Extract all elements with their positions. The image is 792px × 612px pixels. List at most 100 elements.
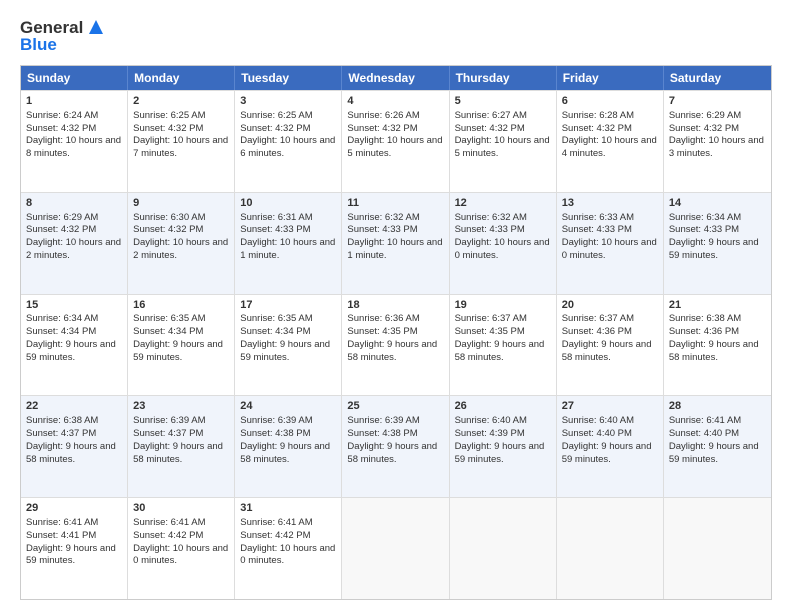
sunrise-text: Sunrise: 6:32 AM (455, 212, 527, 223)
weekday-header: Tuesday (235, 66, 342, 90)
sunset-text: Sunset: 4:35 PM (455, 326, 525, 337)
calendar-day-cell: 22Sunrise: 6:38 AM Sunset: 4:37 PM Dayligh… (21, 396, 128, 497)
calendar-day-cell: 19Sunrise: 6:37 AMSunset: 4:35 PMDayligh… (450, 295, 557, 396)
day-number: 7 (669, 94, 766, 109)
calendar-empty-cell (450, 498, 557, 599)
weekday-header: Monday (128, 66, 235, 90)
day-number: 18 (347, 298, 443, 313)
calendar-day-cell: 5Sunrise: 6:27 AMSunset: 4:32 PMDaylight… (450, 91, 557, 192)
day-number: 16 (133, 298, 229, 313)
daylight-text: Daylight: 9 hours and 59 minutes. (26, 543, 116, 567)
day-number: 15 (26, 298, 122, 313)
daylight-text: Daylight: 9 hours and 59 minutes. (240, 339, 330, 363)
calendar-day-cell: 11Sunrise: 6:32 AMSunset: 4:33 PMDayligh… (342, 193, 449, 294)
sunset-text: Sunset: 4:34 PM (26, 326, 96, 337)
sunrise-text: Sunrise: 6:25 AM (133, 110, 205, 121)
daylight-text: Daylight: 10 hours and 3 minutes. (669, 135, 764, 159)
calendar-day-cell: 27Sunrise: 6:40 AMSunset: 4:40 PMDayligh… (557, 396, 664, 497)
day-number: 10 (240, 196, 336, 211)
calendar-week-row: 22Sunrise: 6:38 AM Sunset: 4:37 PM Dayligh… (21, 395, 771, 497)
day-number: 29 (26, 501, 122, 516)
sunrise-text: Sunrise: 6:30 AM (133, 212, 205, 223)
sunset-text: Sunset: 4:32 PM (347, 123, 417, 134)
calendar-day-cell: 31Sunrise: 6:41 AMSunset: 4:42 PMDayligh… (235, 498, 342, 599)
calendar-week-row: 15Sunrise: 6:34 AM Sunset: 4:34 PM Dayligh… (21, 294, 771, 396)
daylight-text: Daylight: 10 hours and 7 minutes. (133, 135, 228, 159)
sunrise-text: Sunrise: 6:38 AM (26, 415, 98, 426)
daylight-text: Daylight: 9 hours and 58 minutes. (26, 441, 116, 465)
sunset-text: Sunset: 4:42 PM (133, 530, 203, 541)
day-number: 21 (669, 298, 766, 313)
sunset-text: Sunset: 4:37 PM (26, 428, 96, 439)
calendar-day-cell: 2Sunrise: 6:25 AMSunset: 4:32 PMDaylight… (128, 91, 235, 192)
day-number: 28 (669, 399, 766, 414)
daylight-text: Daylight: 10 hours and 6 minutes. (240, 135, 335, 159)
daylight-text: Daylight: 9 hours and 59 minutes. (669, 441, 759, 465)
sunrise-text: Sunrise: 6:28 AM (562, 110, 634, 121)
day-number: 26 (455, 399, 551, 414)
daylight-text: Daylight: 9 hours and 59 minutes. (562, 441, 652, 465)
calendar-header: SundayMondayTuesdayWednesdayThursdayFrid… (21, 66, 771, 90)
sunset-text: Sunset: 4:32 PM (26, 224, 96, 235)
day-number: 31 (240, 501, 336, 516)
logo-blue-text: Blue (20, 35, 107, 55)
day-number: 3 (240, 94, 336, 109)
calendar-day-cell: 16Sunrise: 6:35 AMSunset: 4:34 PMDayligh… (128, 295, 235, 396)
sunset-text: Sunset: 4:32 PM (133, 224, 203, 235)
daylight-text: Daylight: 9 hours and 59 minutes. (26, 339, 116, 363)
daylight-text: Daylight: 10 hours and 4 minutes. (562, 135, 657, 159)
calendar-day-cell: 23Sunrise: 6:39 AMSunset: 4:37 PMDayligh… (128, 396, 235, 497)
calendar-day-cell: 4Sunrise: 6:26 AMSunset: 4:32 PMDaylight… (342, 91, 449, 192)
sunset-text: Sunset: 4:37 PM (133, 428, 203, 439)
calendar-day-cell: 3Sunrise: 6:25 AMSunset: 4:32 PMDaylight… (235, 91, 342, 192)
day-number: 27 (562, 399, 658, 414)
day-number: 8 (26, 196, 122, 211)
sunset-text: Sunset: 4:35 PM (347, 326, 417, 337)
sunset-text: Sunset: 4:41 PM (26, 530, 96, 541)
day-number: 30 (133, 501, 229, 516)
calendar-day-cell: 12Sunrise: 6:32 AMSunset: 4:33 PMDayligh… (450, 193, 557, 294)
sunrise-text: Sunrise: 6:24 AM (26, 110, 98, 121)
logo-icon (85, 16, 107, 38)
day-number: 9 (133, 196, 229, 211)
daylight-text: Daylight: 10 hours and 2 minutes. (133, 237, 228, 261)
sunset-text: Sunset: 4:36 PM (669, 326, 739, 337)
daylight-text: Daylight: 9 hours and 58 minutes. (562, 339, 652, 363)
daylight-text: Daylight: 9 hours and 58 minutes. (133, 441, 223, 465)
sunrise-text: Sunrise: 6:38 AM (669, 313, 741, 324)
daylight-text: Daylight: 10 hours and 0 minutes. (240, 543, 335, 567)
daylight-text: Daylight: 10 hours and 0 minutes. (455, 237, 550, 261)
sunset-text: Sunset: 4:40 PM (669, 428, 739, 439)
day-number: 22 (26, 399, 122, 414)
calendar-day-cell: 28Sunrise: 6:41 AMSunset: 4:40 PMDayligh… (664, 396, 771, 497)
calendar-day-cell: 8Sunrise: 6:29 AMSunset: 4:32 PMDaylight… (21, 193, 128, 294)
sunset-text: Sunset: 4:34 PM (240, 326, 310, 337)
sunrise-text: Sunrise: 6:41 AM (26, 517, 98, 528)
sunrise-text: Sunrise: 6:40 AM (455, 415, 527, 426)
calendar-day-cell: 7Sunrise: 6:29 AMSunset: 4:32 PMDaylight… (664, 91, 771, 192)
day-number: 4 (347, 94, 443, 109)
daylight-text: Daylight: 10 hours and 1 minute. (240, 237, 335, 261)
header: General Blue (20, 18, 772, 55)
daylight-text: Daylight: 9 hours and 59 minutes. (669, 237, 759, 261)
calendar-empty-cell (664, 498, 771, 599)
day-number: 20 (562, 298, 658, 313)
weekday-header: Friday (557, 66, 664, 90)
calendar-day-cell: 17Sunrise: 6:35 AMSunset: 4:34 PMDayligh… (235, 295, 342, 396)
sunset-text: Sunset: 4:38 PM (347, 428, 417, 439)
day-number: 17 (240, 298, 336, 313)
day-number: 2 (133, 94, 229, 109)
sunrise-text: Sunrise: 6:34 AM (26, 313, 98, 324)
sunset-text: Sunset: 4:33 PM (240, 224, 310, 235)
sunrise-text: Sunrise: 6:27 AM (455, 110, 527, 121)
sunset-text: Sunset: 4:38 PM (240, 428, 310, 439)
daylight-text: Daylight: 10 hours and 5 minutes. (347, 135, 442, 159)
day-number: 5 (455, 94, 551, 109)
day-number: 19 (455, 298, 551, 313)
calendar-day-cell: 20Sunrise: 6:37 AMSunset: 4:36 PMDayligh… (557, 295, 664, 396)
sunset-text: Sunset: 4:32 PM (562, 123, 632, 134)
sunset-text: Sunset: 4:33 PM (562, 224, 632, 235)
sunset-text: Sunset: 4:32 PM (455, 123, 525, 134)
day-number: 6 (562, 94, 658, 109)
sunrise-text: Sunrise: 6:39 AM (240, 415, 312, 426)
